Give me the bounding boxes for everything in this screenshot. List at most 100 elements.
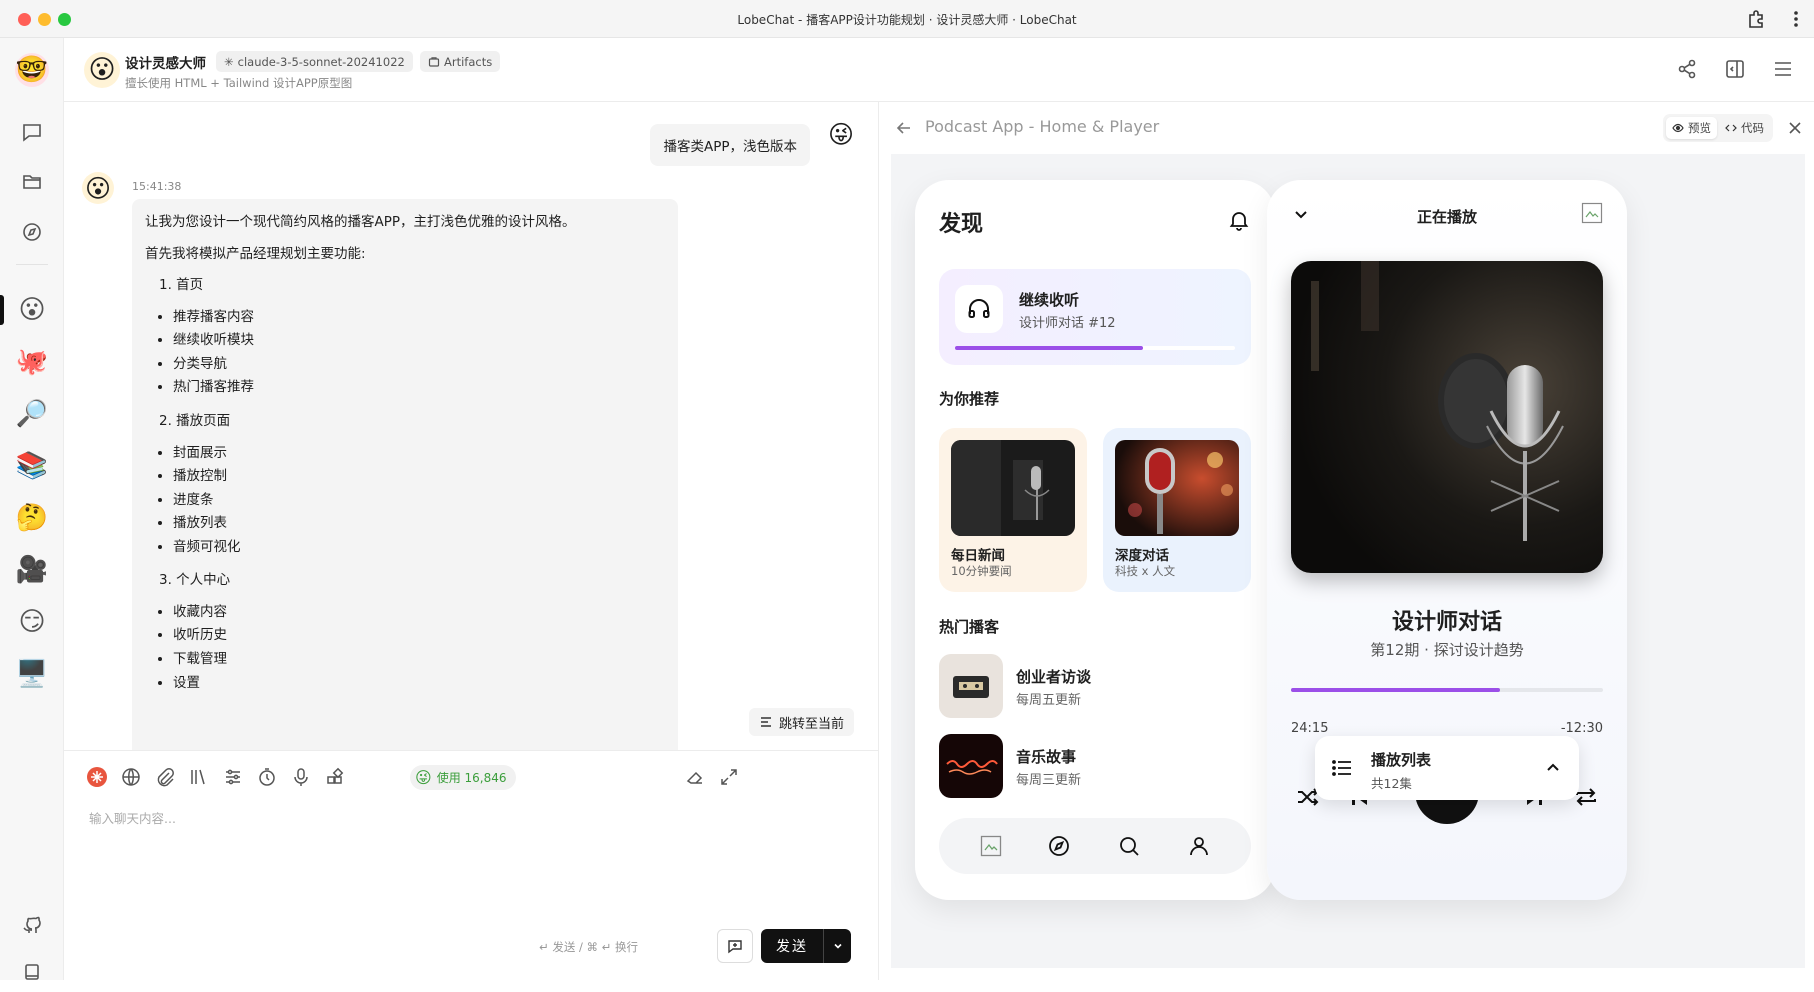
neon-cover-image — [939, 734, 1003, 798]
preview-tab[interactable]: 预览 — [1666, 117, 1717, 139]
agent-design-master[interactable]: 😮 — [12, 290, 52, 330]
jump-to-current-button[interactable]: 跳转至当前 — [748, 708, 854, 736]
recommend-card-subtitle: 10分钟要闻 — [951, 564, 1012, 578]
folder-icon[interactable] — [12, 162, 52, 202]
headphones-icon — [955, 285, 1003, 333]
close-icon[interactable] — [1787, 120, 1803, 136]
chat-input-area: 😜 使用 16,846 输入聊天内容... ↵ 发送 / ⌘ ↵ 换行 发送 — [64, 750, 878, 980]
playback-progress-track[interactable] — [1291, 688, 1603, 692]
chevron-down-icon[interactable] — [823, 929, 851, 963]
chat-input[interactable]: 输入聊天内容... — [89, 808, 176, 827]
broken-image-icon[interactable] — [1581, 202, 1603, 224]
list-item: 播放控制 — [173, 467, 665, 487]
share-icon[interactable] — [1676, 58, 1698, 80]
recommend-card-subtitle: 科技 x 人文 — [1115, 564, 1176, 578]
artifact-title: Podcast App - Home & Player — [925, 117, 1160, 136]
user-avatar[interactable]: 🤓 — [12, 50, 52, 90]
agent-octopus[interactable]: 🐙 — [12, 342, 52, 382]
plugins-icon[interactable] — [324, 766, 346, 788]
section-list: 收藏内容 收听历史 下载管理 设置 — [173, 603, 665, 693]
add-ai-message-button[interactable] — [717, 929, 753, 963]
preview-label: 预览 — [1688, 121, 1711, 135]
agent-thinking[interactable]: 🤔 — [12, 498, 52, 538]
recommend-title: 为你推荐 — [939, 390, 1000, 408]
jump-label: 跳转至当前 — [778, 716, 844, 732]
user-message: 播客类APP，浅色版本 — [650, 124, 810, 166]
artifacts-icon — [428, 56, 440, 68]
agent-camera[interactable]: 🎥 — [12, 550, 52, 590]
cassette-cover-image — [939, 654, 1003, 718]
search-icon[interactable] — [1117, 834, 1141, 858]
docs-book-icon[interactable] — [12, 952, 52, 992]
extension-icon[interactable] — [1746, 9, 1766, 29]
back-arrow-icon[interactable] — [895, 119, 913, 137]
recommend-card[interactable]: 每日新闻 10分钟要闻 — [939, 428, 1087, 592]
list-item: 热门播客推荐 — [173, 378, 665, 398]
broken-image-icon[interactable] — [979, 834, 1003, 858]
chevron-up-icon[interactable] — [1543, 758, 1563, 778]
compass-icon[interactable] — [1047, 834, 1071, 858]
list-icon — [1331, 757, 1353, 779]
token-usage-badge[interactable]: 😜 使用 16,846 — [410, 765, 516, 790]
menu-icon[interactable] — [1772, 58, 1794, 80]
settings-sliders-icon[interactable] — [222, 766, 244, 788]
album-cover-image — [1291, 261, 1603, 573]
episode-title: 设计师对话 — [1391, 610, 1502, 635]
ai-intro: 让我为您设计一个现代简约风格的播客APP，主打浅色优雅的设计风格。 — [145, 214, 576, 230]
continue-listening-card[interactable]: 继续收听 设计师对话 #12 — [939, 269, 1251, 365]
agent-books[interactable]: 📚 — [12, 446, 52, 486]
model-selector-icon[interactable] — [86, 766, 108, 788]
active-indicator — [0, 295, 4, 325]
continue-progress-track — [955, 346, 1235, 350]
recommend-card[interactable]: 深度对话 科技 x 人文 — [1103, 428, 1251, 592]
user-profile-icon[interactable] — [1187, 834, 1211, 858]
eye-icon — [1672, 122, 1684, 134]
attachment-icon[interactable] — [154, 766, 176, 788]
more-vertical-icon[interactable] — [1786, 9, 1806, 29]
code-tab[interactable]: 代码 — [1719, 117, 1770, 139]
news-cover-image — [951, 440, 1075, 536]
artifacts-tag[interactable]: Artifacts — [420, 51, 501, 72]
knowledge-base-icon[interactable] — [188, 766, 210, 788]
chat-icon[interactable] — [12, 112, 52, 152]
home-screen-mockup: 发现 继续收听 设计师对话 #12 为你推荐 每日新闻 10分钟要闻 深度对话 … — [915, 180, 1275, 900]
send-button[interactable]: 发送 — [761, 929, 851, 963]
discover-compass-icon[interactable] — [12, 212, 52, 252]
agent-search[interactable]: 🔎 — [12, 394, 52, 434]
list-item: 音频可视化 — [173, 538, 665, 558]
sidebar-rail: 🤓 😮 🐙 🔎 📚 🤔 🎥 😏 🖥️ — [0, 38, 64, 980]
model-tag[interactable]: ✳ claude-3-5-sonnet-20241022 — [216, 51, 413, 72]
github-icon[interactable] — [12, 906, 52, 946]
list-item: 推荐播客内容 — [173, 308, 665, 328]
list-item: 封面展示 — [173, 444, 665, 464]
list-item: 收藏内容 — [173, 603, 665, 623]
usage-emoji-icon: 😜 — [415, 768, 432, 787]
microphone-icon[interactable] — [290, 766, 312, 788]
podcast-subtitle: 每周五更新 — [1016, 693, 1082, 708]
message-timestamp: 15:41:38 — [132, 180, 182, 193]
agent-computer[interactable]: 🖥️ — [12, 654, 52, 694]
expand-icon[interactable] — [718, 766, 740, 788]
list-item[interactable]: 创业者访谈 每周五更新 — [939, 654, 1251, 718]
agent-title[interactable]: 设计灵感大师 — [125, 52, 206, 72]
window-title: LobeChat - 播客APP设计功能规划 · 设计灵感大师 · LobeCh… — [737, 13, 1077, 27]
episode-subtitle: 第12期 · 探讨设计趋势 — [1370, 641, 1524, 659]
agent-smirk[interactable]: 😏 — [12, 602, 52, 642]
list-item[interactable]: 音乐故事 每周三更新 — [939, 734, 1251, 798]
bell-icon[interactable] — [1227, 208, 1251, 232]
eraser-icon[interactable] — [684, 766, 706, 788]
rail-divider — [16, 264, 48, 265]
podcast-title: 音乐故事 — [1016, 748, 1077, 766]
globe-icon[interactable] — [120, 766, 142, 788]
assistant-avatar[interactable]: 😮 — [82, 172, 114, 204]
artifacts-tag-label: Artifacts — [444, 54, 493, 69]
now-playing-header: 正在播放 — [1416, 208, 1477, 226]
message-add-icon — [727, 938, 743, 954]
toggle-panel-icon[interactable] — [1724, 58, 1746, 80]
user-avatar-small[interactable]: 😜 — [825, 118, 857, 150]
playlist-sheet[interactable]: 播放列表 共12集 — [1315, 736, 1579, 800]
agent-avatar[interactable]: 😮 — [84, 52, 120, 88]
timer-icon[interactable] — [256, 766, 278, 788]
podcast-subtitle: 每周三更新 — [1016, 773, 1082, 788]
continue-subtitle: 设计师对话 #12 — [1019, 316, 1116, 331]
